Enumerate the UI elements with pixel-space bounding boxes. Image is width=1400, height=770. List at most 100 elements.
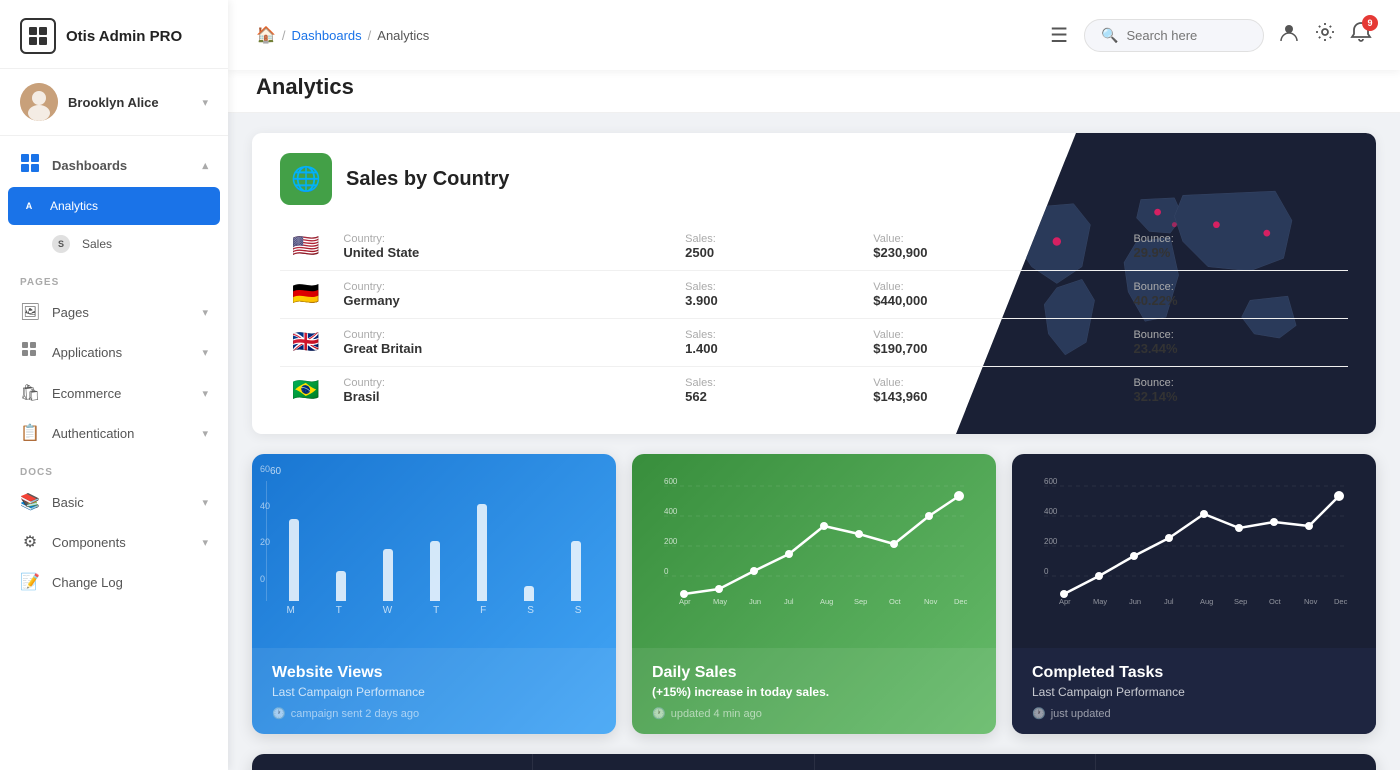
stats-row: 🛋 Bookings 281 📊 Today's Users 2,300 🏪 R…: [252, 754, 1376, 770]
applications-icon: [20, 342, 40, 363]
svg-text:Dec: Dec: [954, 597, 968, 606]
bar: [336, 571, 346, 601]
svg-text:Aug: Aug: [820, 597, 833, 606]
sidebar-dashboards-label: Dashboards: [52, 158, 127, 173]
svg-text:200: 200: [1044, 537, 1058, 546]
search-input[interactable]: [1126, 28, 1247, 43]
sidebar-item-pages[interactable]: 🖼 Pages ▾: [0, 292, 228, 332]
home-icon[interactable]: 🏠: [256, 25, 276, 45]
completed-tasks-chart: 600 400 200 0: [1012, 454, 1376, 648]
logo-area: Otis Admin PRO: [0, 0, 228, 69]
sidebar-item-components[interactable]: ⚙ Components ▾: [0, 522, 228, 562]
svg-text:Jul: Jul: [1164, 597, 1174, 606]
website-views-chart: 60 MTWTFSS 60 40 20 0: [252, 454, 616, 648]
notification-badge: 9: [1362, 15, 1378, 31]
breadcrumb-sep2: /: [368, 28, 372, 43]
table-row: 🇧🇷 Country: Brasil Sales: 562 Value: $14…: [280, 367, 1348, 415]
completed-tasks-subtitle: Last Campaign Performance: [1032, 685, 1356, 699]
sidebar-item-sales[interactable]: S Sales: [0, 225, 228, 263]
sidebar-item-changelog[interactable]: 📝 Change Log: [0, 562, 228, 602]
logo-icon: [20, 18, 56, 54]
completed-tasks-footer: 🕐 just updated: [1032, 707, 1356, 720]
auth-icon: 📋: [20, 423, 40, 443]
header-right: 🔍 9: [1084, 19, 1372, 52]
sales-dot: S: [52, 235, 70, 253]
bar: [524, 586, 534, 601]
svg-text:Apr: Apr: [679, 597, 691, 606]
table-row: 🇬🇧 Country: Great Britain Sales: 1.400 V…: [280, 319, 1348, 367]
breadcrumb-sep1: /: [282, 28, 286, 43]
bar-column: [416, 481, 453, 601]
main-content: 🏠 / Dashboards / Analytics ☰ 🔍 9: [228, 0, 1400, 770]
chevron-up-icon: ▴: [202, 159, 208, 172]
sidebar-item-authentication[interactable]: 📋 Authentication ▾: [0, 413, 228, 453]
bar-column: [369, 481, 406, 601]
header: 🏠 / Dashboards / Analytics ☰ 🔍 9: [228, 0, 1400, 70]
website-views-subtitle: Last Campaign Performance: [272, 685, 596, 699]
sidebar-item-ecommerce[interactable]: 🛍 Ecommerce ▾: [0, 373, 228, 413]
svg-text:Sep: Sep: [1234, 597, 1247, 606]
notifications-icon[interactable]: 9: [1350, 21, 1372, 49]
stat-item: 📊 Today's Users 2,300: [533, 754, 814, 770]
daily-sales-card: 600 400 200 0: [632, 454, 996, 734]
sidebar-item-applications[interactable]: Applications ▾: [0, 332, 228, 373]
breadcrumb: 🏠 / Dashboards / Analytics: [256, 25, 1018, 45]
logo-text: Otis Admin PRO: [66, 28, 182, 45]
sidebar-item-basic[interactable]: 📚 Basic ▾: [0, 482, 228, 522]
sidebar-item-dashboards[interactable]: Dashboards ▴: [0, 144, 228, 187]
svg-text:Nov: Nov: [924, 597, 938, 606]
svg-text:Nov: Nov: [1304, 597, 1318, 606]
svg-text:200: 200: [664, 537, 678, 546]
content-area: 🌐 Sales by Country 🇺🇸 Country: United St…: [228, 113, 1400, 770]
svg-text:Jun: Jun: [1129, 597, 1141, 606]
table-row: 🇩🇪 Country: Germany Sales: 3.900 Value: …: [280, 271, 1348, 319]
user-profile[interactable]: Brooklyn Alice ▾: [0, 69, 228, 136]
stat-item: 🛋 Bookings 281: [252, 754, 533, 770]
sidebar-item-analytics[interactable]: A Analytics: [8, 187, 220, 225]
svg-text:May: May: [1093, 597, 1107, 606]
svg-text:May: May: [713, 597, 727, 606]
svg-text:Sep: Sep: [854, 597, 867, 606]
search-box[interactable]: 🔍: [1084, 19, 1264, 52]
docs-section-label: DOCS: [0, 453, 228, 482]
bar: [383, 549, 393, 602]
svg-text:0: 0: [1044, 567, 1049, 576]
chevron-down-icon5: ▾: [202, 427, 208, 440]
pages-section-label: PAGES: [0, 263, 228, 292]
website-views-title: Website Views: [272, 664, 596, 682]
sidebar: Otis Admin PRO Brooklyn Alice ▾ Dashboar…: [0, 0, 228, 770]
svg-text:Oct: Oct: [1269, 597, 1282, 606]
chevron-down-icon7: ▾: [202, 536, 208, 549]
bar: [289, 519, 299, 602]
svg-text:Jun: Jun: [749, 597, 761, 606]
components-icon: ⚙: [20, 532, 40, 552]
basic-icon: 📚: [20, 492, 40, 512]
stat-item: 🏪 Revenue 34k: [815, 754, 1096, 770]
user-menu-icon[interactable]: [1278, 21, 1300, 49]
pages-icon: 🖼: [20, 302, 40, 322]
sales-title: Sales by Country: [346, 168, 509, 191]
globe-icon: 🌐: [280, 153, 332, 205]
bar-column: [322, 481, 359, 601]
breadcrumb-current: Analytics: [377, 28, 429, 43]
stat-item: 👥 Followers +91: [1096, 754, 1376, 770]
completed-tasks-info: Completed Tasks Last Campaign Performanc…: [1012, 648, 1376, 734]
daily-sales-subtitle: (+15%) increase in today sales.: [652, 685, 976, 699]
daily-sales-title: Daily Sales: [652, 664, 976, 682]
user-name: Brooklyn Alice: [68, 95, 192, 110]
dashboard-icon: [20, 154, 40, 177]
chevron-down-icon: ▾: [202, 96, 208, 109]
svg-text:Oct: Oct: [889, 597, 902, 606]
settings-icon[interactable]: [1314, 21, 1336, 49]
sales-header: 🌐 Sales by Country: [280, 153, 1348, 205]
sidebar-analytics-label: Analytics: [50, 199, 98, 213]
country-table: 🇺🇸 Country: United State Sales: 2500 Val…: [280, 223, 1348, 414]
website-views-card: 60 MTWTFSS 60 40 20 0: [252, 454, 616, 734]
changelog-icon: 📝: [20, 572, 40, 592]
chevron-down-icon6: ▾: [202, 496, 208, 509]
svg-text:600: 600: [1044, 477, 1058, 486]
search-icon: 🔍: [1101, 27, 1118, 44]
svg-text:Jul: Jul: [784, 597, 794, 606]
breadcrumb-dashboards[interactable]: Dashboards: [292, 28, 362, 43]
menu-icon[interactable]: ☰: [1050, 23, 1068, 48]
